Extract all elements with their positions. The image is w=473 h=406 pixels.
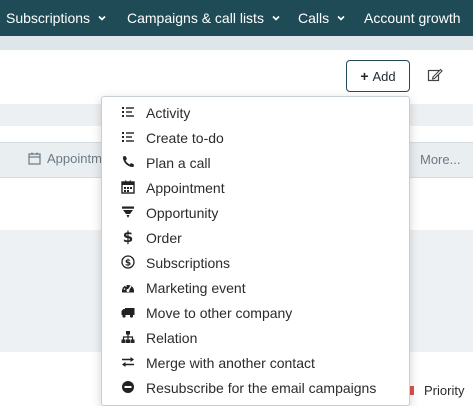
nav-subscriptions[interactable]: Subscriptions bbox=[6, 10, 108, 26]
tab-appointment[interactable]: Appointm bbox=[28, 151, 102, 166]
menu-item-label: Opportunity bbox=[146, 205, 219, 221]
menu-item-label: Subscriptions bbox=[146, 255, 231, 271]
dollar-circle-icon: $ bbox=[121, 255, 135, 269]
menu-item-label: Relation bbox=[146, 330, 198, 346]
list-icon bbox=[121, 130, 135, 144]
minus-circle-icon bbox=[121, 380, 135, 394]
nav-calls-label: Calls bbox=[298, 10, 330, 26]
menu-item-subscriptions[interactable]: $ Subscriptions bbox=[102, 250, 409, 275]
menu-item-plan-call[interactable]: Plan a call bbox=[102, 150, 409, 175]
funnel-icon bbox=[121, 205, 135, 219]
plus-icon: + bbox=[360, 68, 369, 84]
svg-text:$: $ bbox=[125, 258, 131, 268]
tab-appointment-label: Appointm bbox=[47, 151, 102, 166]
sitemap-icon bbox=[121, 330, 135, 344]
calendar-icon bbox=[28, 152, 41, 165]
menu-item-appointment[interactable]: Appointment bbox=[102, 175, 409, 200]
menu-item-label: Appointment bbox=[146, 180, 225, 196]
menu-item-activity[interactable]: Activity bbox=[102, 100, 409, 125]
dashboard-icon bbox=[121, 280, 135, 294]
nav-calls[interactable]: Calls bbox=[298, 10, 347, 26]
menu-item-label: Marketing event bbox=[146, 280, 246, 296]
menu-item-label: Order bbox=[146, 230, 182, 246]
exchange-icon bbox=[121, 355, 135, 369]
priority-label: Priority bbox=[424, 383, 465, 398]
calendar-icon bbox=[121, 180, 135, 194]
phone-icon bbox=[121, 155, 135, 169]
menu-item-label: Plan a call bbox=[146, 155, 211, 171]
tab-more[interactable]: More... bbox=[420, 152, 460, 167]
priority-column-header[interactable]: Priority bbox=[408, 383, 464, 398]
nav-campaigns[interactable]: Campaigns & call lists bbox=[127, 10, 282, 26]
menu-item-resubscribe[interactable]: Resubscribe for the email campaigns bbox=[102, 375, 409, 400]
chevron-down-icon bbox=[98, 15, 106, 21]
add-dropdown-menu: Activity Create to-do Plan a call Appoin… bbox=[101, 96, 410, 406]
menu-item-label: Resubscribe for the email campaigns bbox=[146, 380, 377, 396]
nav-subscriptions-label: Subscriptions bbox=[6, 10, 91, 26]
menu-item-label: Create to-do bbox=[146, 130, 224, 146]
menu-item-marketing-event[interactable]: Marketing event bbox=[102, 275, 409, 300]
edit-icon[interactable] bbox=[427, 67, 443, 83]
menu-item-move-company[interactable]: Move to other company bbox=[102, 300, 409, 325]
menu-item-create-todo[interactable]: Create to-do bbox=[102, 125, 409, 150]
top-navigation: Subscriptions Campaigns & call lists Cal… bbox=[0, 0, 473, 36]
nav-account-growth[interactable]: Account growth bbox=[364, 10, 461, 26]
list-icon bbox=[121, 105, 135, 119]
menu-item-order[interactable]: $ Order bbox=[102, 225, 409, 250]
dollar-icon: $ bbox=[122, 228, 134, 246]
menu-item-label: Merge with another contact bbox=[146, 355, 315, 371]
menu-item-merge-contact[interactable]: Merge with another contact bbox=[102, 350, 409, 375]
truck-icon bbox=[121, 305, 135, 319]
add-button-label: Add bbox=[372, 68, 396, 84]
menu-item-label: Move to other company bbox=[146, 305, 293, 321]
nav-subband bbox=[0, 36, 473, 50]
menu-item-relation[interactable]: Relation bbox=[102, 325, 409, 350]
nav-campaigns-label: Campaigns & call lists bbox=[127, 10, 264, 26]
add-button[interactable]: + Add bbox=[346, 60, 410, 92]
chevron-down-icon bbox=[337, 15, 345, 21]
nav-account-growth-label: Account growth bbox=[364, 10, 461, 26]
chevron-down-icon bbox=[272, 15, 280, 21]
menu-item-opportunity[interactable]: Opportunity bbox=[102, 200, 409, 225]
menu-item-label: Activity bbox=[146, 105, 191, 121]
